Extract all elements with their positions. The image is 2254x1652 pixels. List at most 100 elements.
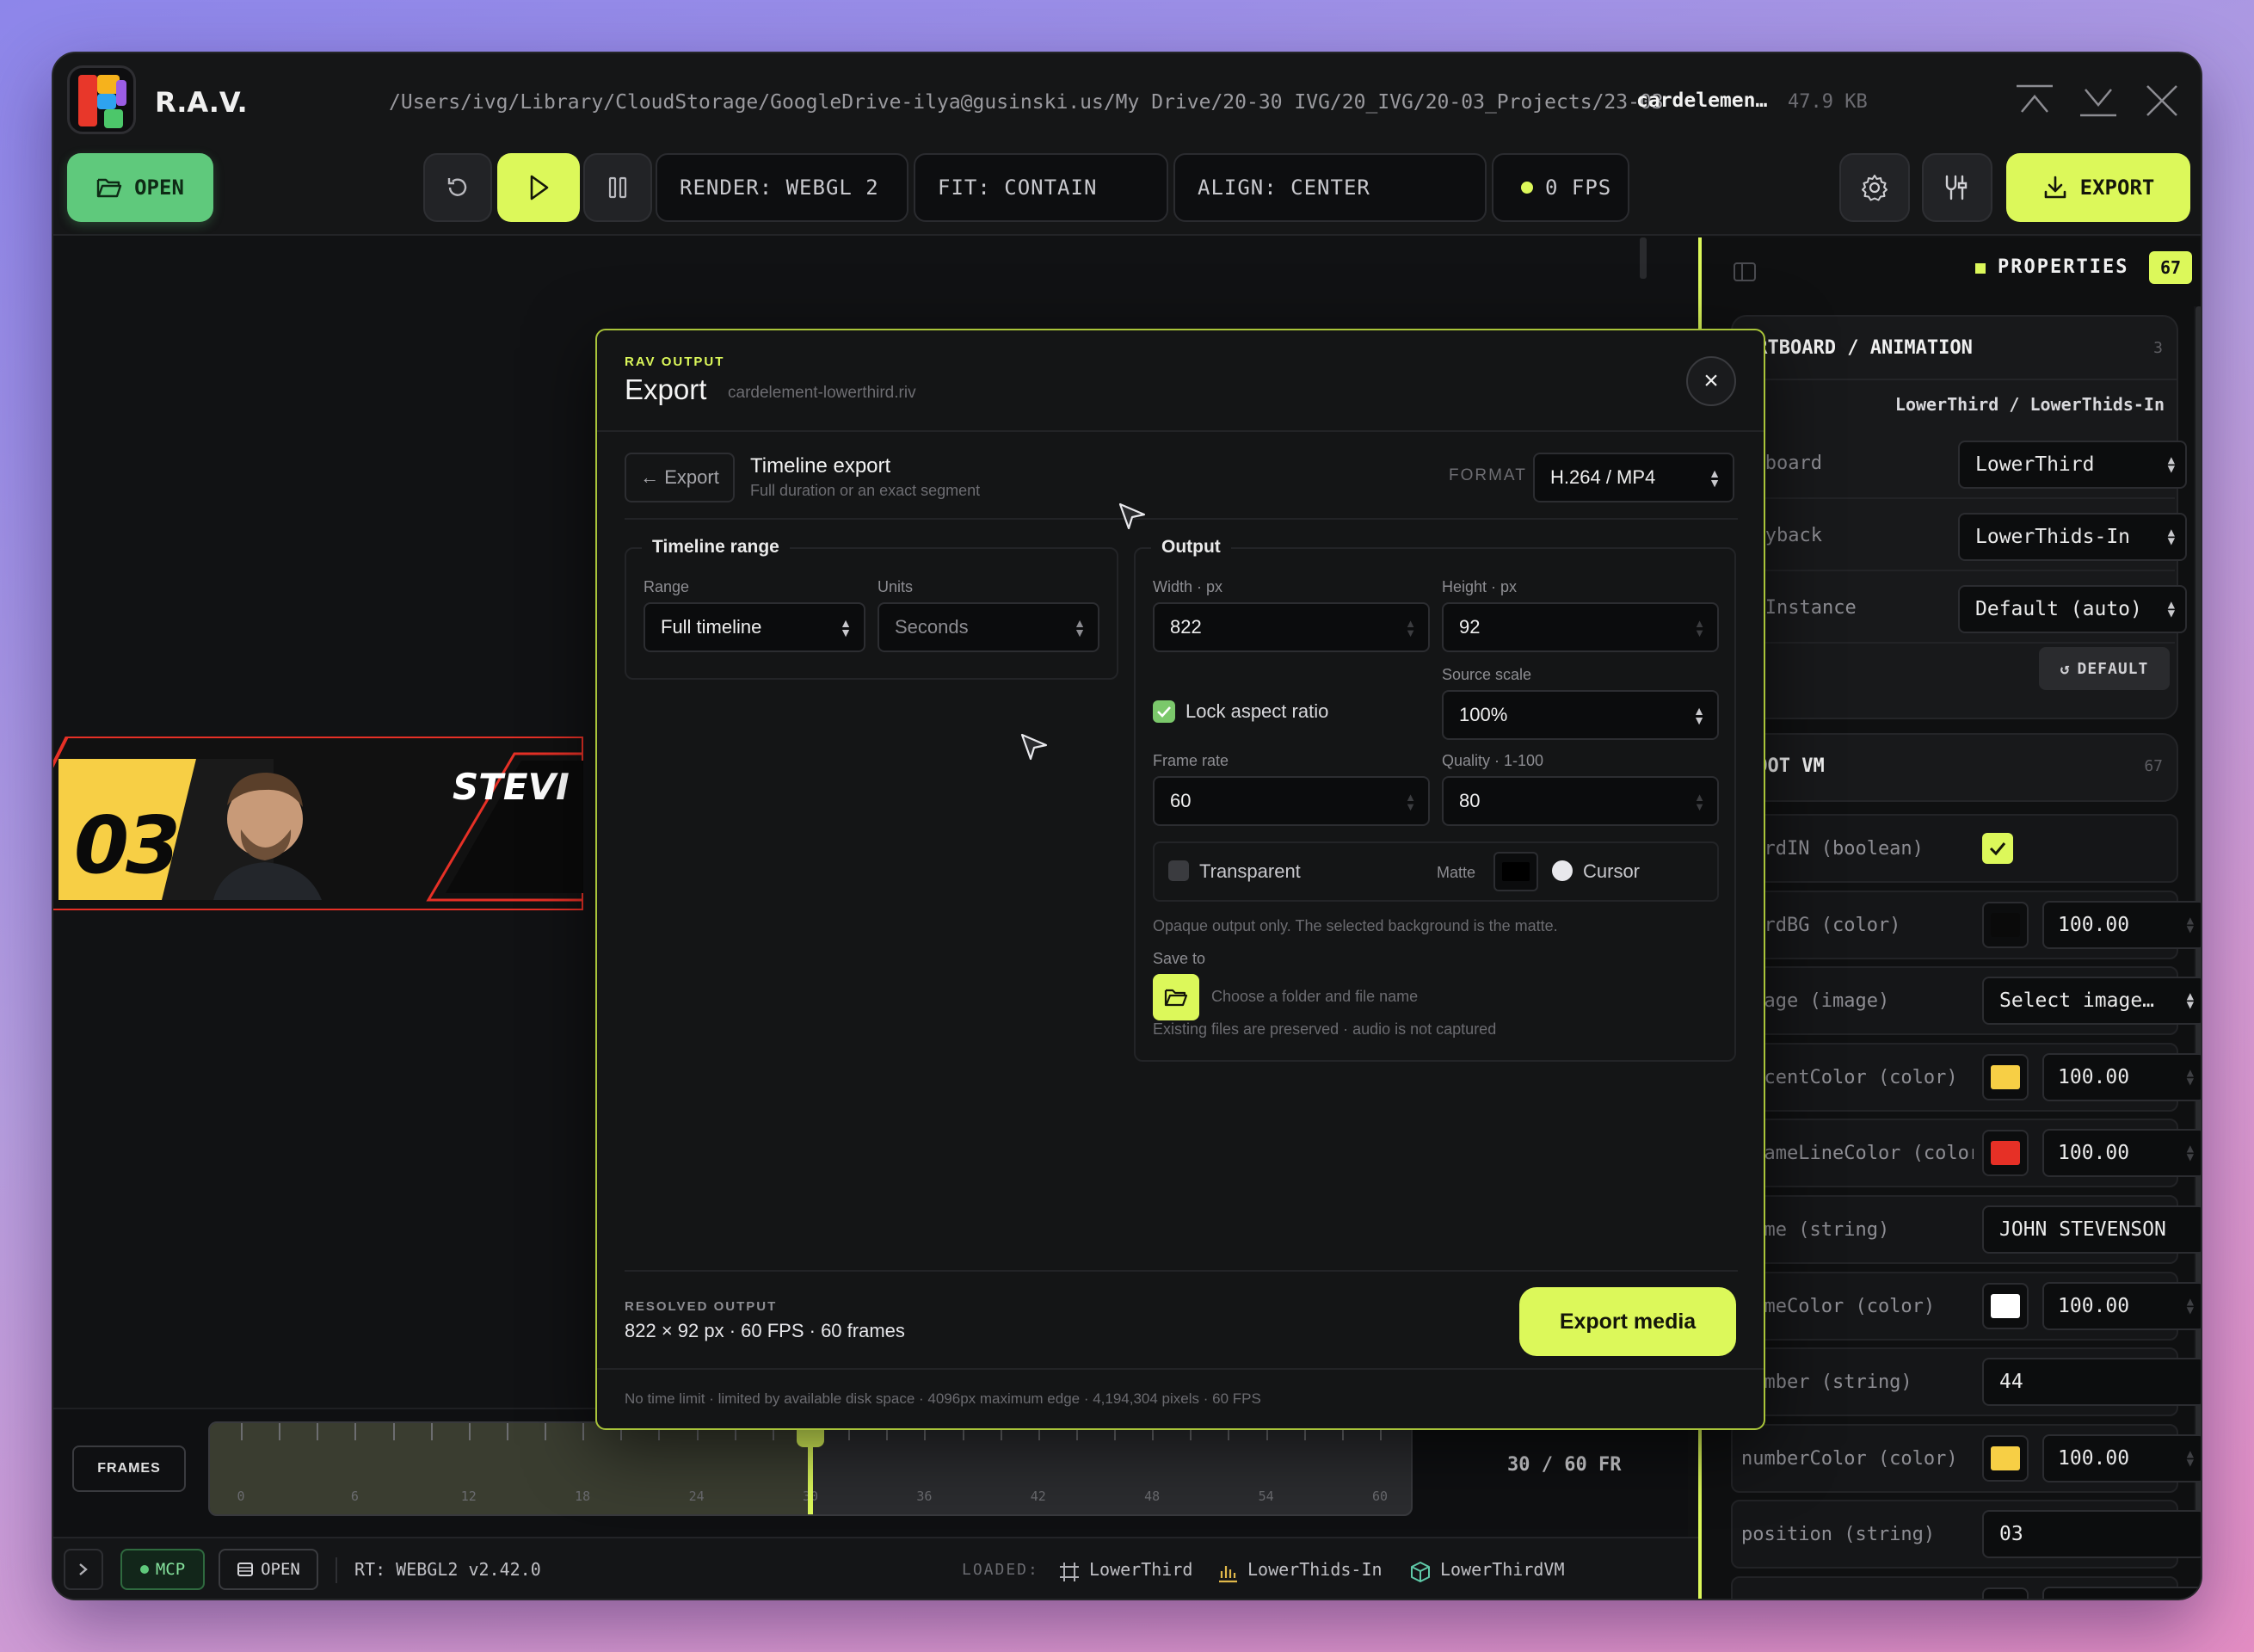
output-title: Output bbox=[1151, 537, 1231, 558]
canvas-scrollbar[interactable] bbox=[1640, 237, 1647, 279]
collapse-up-icon[interactable] bbox=[2013, 79, 2056, 122]
fit-mode-select[interactable]: FIT: CONTAIN bbox=[914, 153, 1168, 222]
app-logo bbox=[67, 65, 136, 134]
pointer-cursor-icon bbox=[1118, 502, 1146, 530]
source-scale-select[interactable]: 100% ▲ ▼ bbox=[1442, 690, 1719, 740]
render-mode-select[interactable]: RENDER: WEBGL 2 bbox=[656, 153, 908, 222]
vm-property-row: position (string) 03 bbox=[1731, 1500, 2201, 1569]
color-swatch[interactable] bbox=[1982, 1282, 2029, 1329]
height-input[interactable]: 92 ▲ ▼ bbox=[1442, 602, 1719, 652]
timeline-tick bbox=[317, 1423, 319, 1440]
play-button[interactable] bbox=[497, 153, 580, 222]
timeline-progress bbox=[210, 1423, 810, 1514]
opacity-value: 100.00 bbox=[2058, 1142, 2130, 1165]
property-label: nameColor (color) bbox=[1741, 1295, 1936, 1317]
property-label: number (string) bbox=[1741, 1372, 1912, 1394]
artboard-property-row: Playback LowerThids-In ▲ ▼ bbox=[1731, 504, 2187, 571]
opacity-input[interactable]: 100.00▲▼ bbox=[2042, 1052, 2201, 1101]
color-swatch[interactable] bbox=[1982, 1587, 2029, 1599]
opacity-input[interactable]: 100.00▲▼ bbox=[2042, 1433, 2201, 1482]
file-path: /Users/ivg/Library/CloudStorage/GoogleDr… bbox=[389, 91, 1662, 114]
export-button-label: EXPORT bbox=[2079, 176, 2155, 200]
cursor-checkbox[interactable] bbox=[1552, 860, 1573, 881]
loaded-viewmodel: LowerThirdVM bbox=[1440, 1559, 1565, 1580]
transparent-checkbox[interactable] bbox=[1168, 860, 1189, 881]
inspector-toggle-button[interactable] bbox=[1922, 153, 1992, 222]
dialog-close-button[interactable]: × bbox=[1686, 356, 1736, 406]
opacity-input[interactable]: 100.00▲▼ bbox=[2042, 1281, 2201, 1330]
expand-console-button[interactable] bbox=[64, 1549, 103, 1590]
vm-property-row: image (image) Select image… ▲ ▼ bbox=[1731, 966, 2201, 1036]
property-select[interactable]: LowerThird ▲ ▼ bbox=[1958, 441, 2187, 489]
matte-color-swatch[interactable] bbox=[1493, 852, 1538, 891]
frame-rate-input[interactable]: 60 ▲ ▼ bbox=[1153, 776, 1430, 826]
collapse-down-icon[interactable] bbox=[2077, 79, 2120, 122]
string-input[interactable]: JOHN STEVENSON bbox=[1982, 1205, 2201, 1254]
range-select[interactable]: Full timeline ▲ ▼ bbox=[644, 602, 865, 652]
app-name: R.A.V. bbox=[155, 86, 248, 119]
header-bar: R.A.V. /Users/ivg/Library/CloudStorage/G… bbox=[53, 53, 2201, 236]
open-button[interactable]: OPEN bbox=[67, 153, 213, 222]
lock-aspect-checkbox[interactable] bbox=[1153, 700, 1175, 723]
property-label: cardBG (color) bbox=[1741, 914, 1901, 936]
boolean-checkbox[interactable] bbox=[1982, 833, 2013, 864]
mcp-status-button[interactable]: MCP bbox=[120, 1549, 205, 1590]
default-button[interactable]: ↺ DEFAULT bbox=[2039, 647, 2170, 690]
export-media-button[interactable]: Export media bbox=[1519, 1287, 1736, 1356]
mcp-dot-icon bbox=[139, 1565, 149, 1574]
export-button[interactable]: EXPORT bbox=[2006, 153, 2190, 222]
color-swatch[interactable] bbox=[1982, 1434, 2029, 1482]
folder-open-icon bbox=[96, 178, 122, 198]
timeline-track[interactable]: 06121824303642485460 bbox=[208, 1421, 1413, 1516]
timeline-tick bbox=[430, 1423, 433, 1440]
status-open-button[interactable]: OPEN bbox=[219, 1549, 318, 1590]
color-swatch[interactable] bbox=[1982, 1130, 2029, 1177]
color-swatch[interactable] bbox=[1982, 1053, 2029, 1100]
format-value: H.264 / MP4 bbox=[1550, 466, 1656, 488]
choose-folder-button[interactable] bbox=[1153, 974, 1199, 1020]
string-input[interactable]: 44 bbox=[1982, 1358, 2201, 1407]
vm-property-row: frameLineColor (color) 100.00 ▲ ▼ bbox=[1731, 1119, 2201, 1188]
reset-button[interactable] bbox=[423, 153, 492, 222]
save-path-placeholder[interactable]: Choose a folder and file name bbox=[1211, 988, 1418, 1006]
loaded-label: LOADED: bbox=[962, 1561, 1039, 1579]
timeline-tick-label: 12 bbox=[460, 1489, 477, 1504]
format-select[interactable]: H.264 / MP4 ▲ ▼ bbox=[1533, 453, 1734, 502]
panel-layout-icon[interactable] bbox=[1733, 262, 1757, 282]
align-mode-select[interactable]: ALIGN: CENTER bbox=[1173, 153, 1487, 222]
pause-button[interactable] bbox=[583, 153, 652, 222]
height-value: 92 bbox=[1459, 616, 1481, 638]
property-select[interactable]: Default (auto) ▲ ▼ bbox=[1958, 585, 2187, 633]
timeline-range-group: Timeline range Range Units Full timeline… bbox=[625, 537, 1118, 680]
dialog-eyebrow: RAV OUTPUT bbox=[625, 354, 725, 369]
fps-indicator: 0 FPS bbox=[1492, 153, 1629, 222]
opacity-input[interactable]: 100.00▲▼ bbox=[2042, 1587, 2201, 1599]
timeline-tick-label: 18 bbox=[575, 1489, 591, 1504]
image-select[interactable]: Select image… ▲ ▼ bbox=[1982, 977, 2201, 1026]
quality-input[interactable]: 80 ▲ ▼ bbox=[1442, 776, 1719, 826]
units-value: Seconds bbox=[895, 616, 969, 638]
string-input[interactable]: 03 bbox=[1982, 1510, 2201, 1559]
frames-mode-button[interactable]: FRAMES bbox=[72, 1446, 186, 1492]
cursor-label: Cursor bbox=[1583, 860, 1641, 882]
source-scale-value: 100% bbox=[1459, 704, 1508, 725]
vm-property-row: number (string) 44 bbox=[1731, 1347, 2201, 1417]
color-swatch[interactable] bbox=[1982, 901, 2029, 948]
close-window-icon[interactable] bbox=[2140, 79, 2183, 122]
vm-property-row: nameColor (color) 100.00 ▲ ▼ bbox=[1731, 1271, 2201, 1341]
file-name: cardelemen… bbox=[1636, 89, 1768, 112]
vm-property-row: name (string) JOHN STEVENSON bbox=[1731, 1195, 2201, 1264]
root-vm-section-header[interactable]: ROOT VM 67 bbox=[1731, 733, 2178, 802]
back-to-export-button[interactable]: ← Export bbox=[625, 453, 735, 502]
range-value: Full timeline bbox=[661, 616, 762, 638]
property-select[interactable]: LowerThids-In ▲ ▼ bbox=[1958, 513, 2187, 561]
property-label: accentColor (color) bbox=[1741, 1066, 1958, 1088]
properties-title: PROPERTIES bbox=[1998, 256, 2129, 278]
file-size: 47.9 KB bbox=[1788, 91, 1868, 113]
opacity-input[interactable]: 100.00▲▼ bbox=[2042, 900, 2201, 949]
opacity-input[interactable]: 100.00▲▼ bbox=[2042, 1129, 2201, 1178]
timeline-tick bbox=[468, 1423, 471, 1440]
settings-button[interactable] bbox=[1839, 153, 1910, 222]
units-select[interactable]: Seconds ▲ ▼ bbox=[878, 602, 1099, 652]
width-input[interactable]: 822 ▲ ▼ bbox=[1153, 602, 1430, 652]
